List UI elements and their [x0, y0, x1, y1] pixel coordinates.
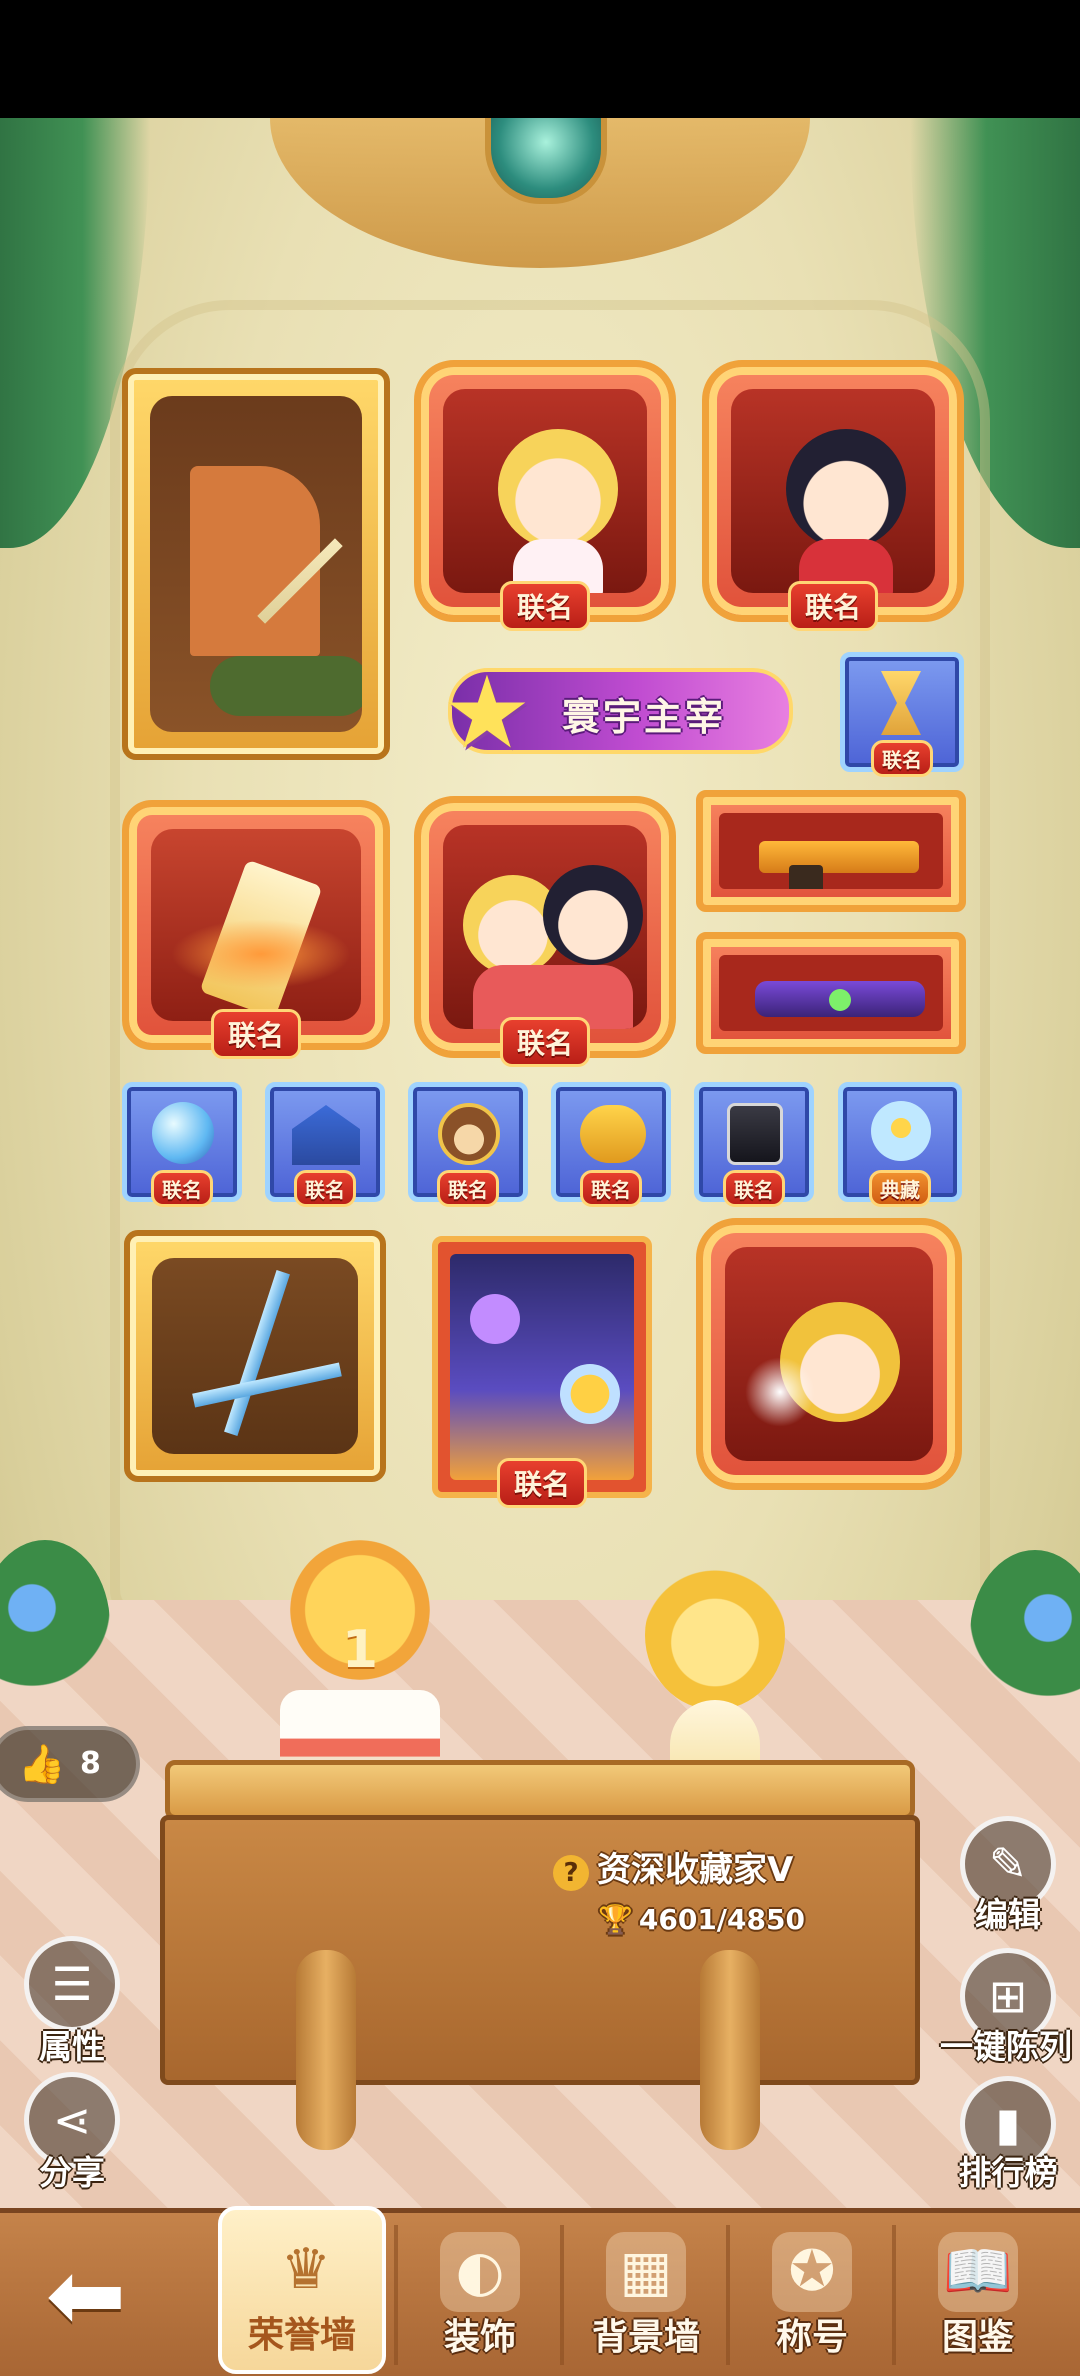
- bar-chart-icon: ▮: [995, 2097, 1021, 2151]
- frame-blonde-girl[interactable]: 联名: [414, 360, 676, 631]
- badge-tag: 联名: [723, 1170, 785, 1207]
- display-table-top: [165, 1760, 915, 1820]
- arrange-label: 一键陈列: [940, 2027, 1072, 2066]
- star-icon: ★: [442, 654, 532, 771]
- attributes-label: 属性: [39, 2027, 105, 2066]
- title-banner[interactable]: ★ 寰宇主宰: [442, 658, 793, 768]
- table-post-right: [700, 1950, 760, 2150]
- title-banner-text: 寰宇主宰: [562, 695, 727, 739]
- tab-label: 荣誉墙: [247, 2315, 356, 2356]
- rank-title-text: 资深收藏家V: [597, 1850, 794, 1890]
- frame-twin-blades[interactable]: [124, 1230, 386, 1482]
- collector-rank-title[interactable]: ? 资深收藏家V: [553, 1842, 793, 1891]
- list-icon: ☰: [51, 1957, 93, 2011]
- table-post-left: [296, 1950, 356, 2150]
- nav-divider: [726, 2225, 730, 2365]
- honor-wall-screen: 联名 联名 ★ 寰宇主宰 联名 联名 联名 联名 联名 联名 联名 联名 典藏 …: [0, 0, 1080, 2376]
- badge-blue-house[interactable]: 联名: [265, 1082, 385, 1207]
- book-icon: 📖: [938, 2232, 1018, 2312]
- back-arrow-icon[interactable]: ⬅: [26, 2240, 146, 2350]
- badge-bear[interactable]: 联名: [408, 1082, 528, 1207]
- frame-windmill-house[interactable]: [122, 368, 390, 760]
- badge-hourglass[interactable]: 联名: [840, 652, 964, 777]
- trophy-icon: 🏆: [598, 1903, 633, 1936]
- frame-warrior[interactable]: [696, 1218, 962, 1490]
- frame-dark-hair-boy[interactable]: 联名: [702, 360, 964, 631]
- frame-gold-gun[interactable]: [696, 790, 966, 912]
- frame-space-card[interactable]: 联名: [432, 1236, 652, 1508]
- badge-flower-globe[interactable]: 典藏: [838, 1082, 962, 1207]
- badge-crystal-ball[interactable]: 联名: [122, 1082, 242, 1207]
- display-table: [160, 1815, 920, 2085]
- badge-yellow-bear[interactable]: 联名: [551, 1082, 671, 1207]
- frame-purple-gun[interactable]: [696, 932, 966, 1054]
- wall-icon: ▦: [606, 2232, 686, 2312]
- tab-honor-wall[interactable]: ♛ 荣誉墙: [218, 2206, 386, 2374]
- tab-title[interactable]: ✪ 称号: [732, 2212, 892, 2372]
- leaderboard-label: 排行榜: [958, 2153, 1058, 2192]
- collector-score: 🏆 4601/4850: [598, 1903, 805, 1936]
- badge-tag: 联名: [437, 1170, 499, 1207]
- badge-tag: 联名: [580, 1170, 642, 1207]
- score-text: 4601/4850: [638, 1903, 805, 1936]
- tab-decoration[interactable]: ◐ 装饰: [400, 2212, 560, 2372]
- like-count: 8: [80, 1746, 101, 1781]
- medal-icon: ✪: [772, 2232, 852, 2312]
- grid-icon: ⊞: [988, 1969, 1028, 2023]
- like-counter[interactable]: 👍 8: [0, 1726, 140, 1802]
- edit-label: 编辑: [975, 1895, 1041, 1934]
- badge-tag: 典藏: [869, 1170, 931, 1207]
- badge-tag: 联名: [294, 1170, 356, 1207]
- thumbs-up-icon: 👍: [18, 1742, 66, 1786]
- frame-tag: 联名: [787, 581, 879, 631]
- frame-tag: 联名: [496, 1458, 588, 1508]
- tab-label: 图鉴: [941, 2317, 1014, 2358]
- nav-divider: [560, 2225, 564, 2365]
- tab-background-wall[interactable]: ▦ 背景墙: [566, 2212, 726, 2372]
- tab-label: 背景墙: [591, 2317, 700, 2358]
- mask-icon: ◐: [440, 2232, 520, 2312]
- badge-robot-box[interactable]: 联名: [694, 1082, 814, 1207]
- share-icon: ⋖: [52, 2093, 92, 2147]
- frame-tag: 联名: [210, 1009, 302, 1059]
- frame-tag: 联名: [499, 1017, 591, 1067]
- badge-tag: 联名: [871, 740, 933, 777]
- share-label: 分享: [39, 2153, 105, 2192]
- frame-tag: 联名: [499, 581, 591, 631]
- badge-tag: 联名: [151, 1170, 213, 1207]
- tab-label: 装饰: [443, 2317, 516, 2358]
- pencil-icon: ✎: [988, 1837, 1028, 1891]
- trophy-tab-icon: ♛: [280, 2237, 332, 2302]
- tab-label: 称号: [775, 2317, 848, 2358]
- help-icon[interactable]: ?: [553, 1855, 589, 1891]
- attributes-button[interactable]: ☰: [24, 1936, 120, 2032]
- frame-phoenix-scroll[interactable]: 联名: [122, 800, 390, 1059]
- tab-encyclopedia[interactable]: 📖 图鉴: [898, 2212, 1058, 2372]
- nav-divider: [892, 2225, 896, 2365]
- nav-divider: [394, 2225, 398, 2365]
- status-bar: [0, 0, 1080, 118]
- frame-couple[interactable]: 联名: [414, 796, 676, 1067]
